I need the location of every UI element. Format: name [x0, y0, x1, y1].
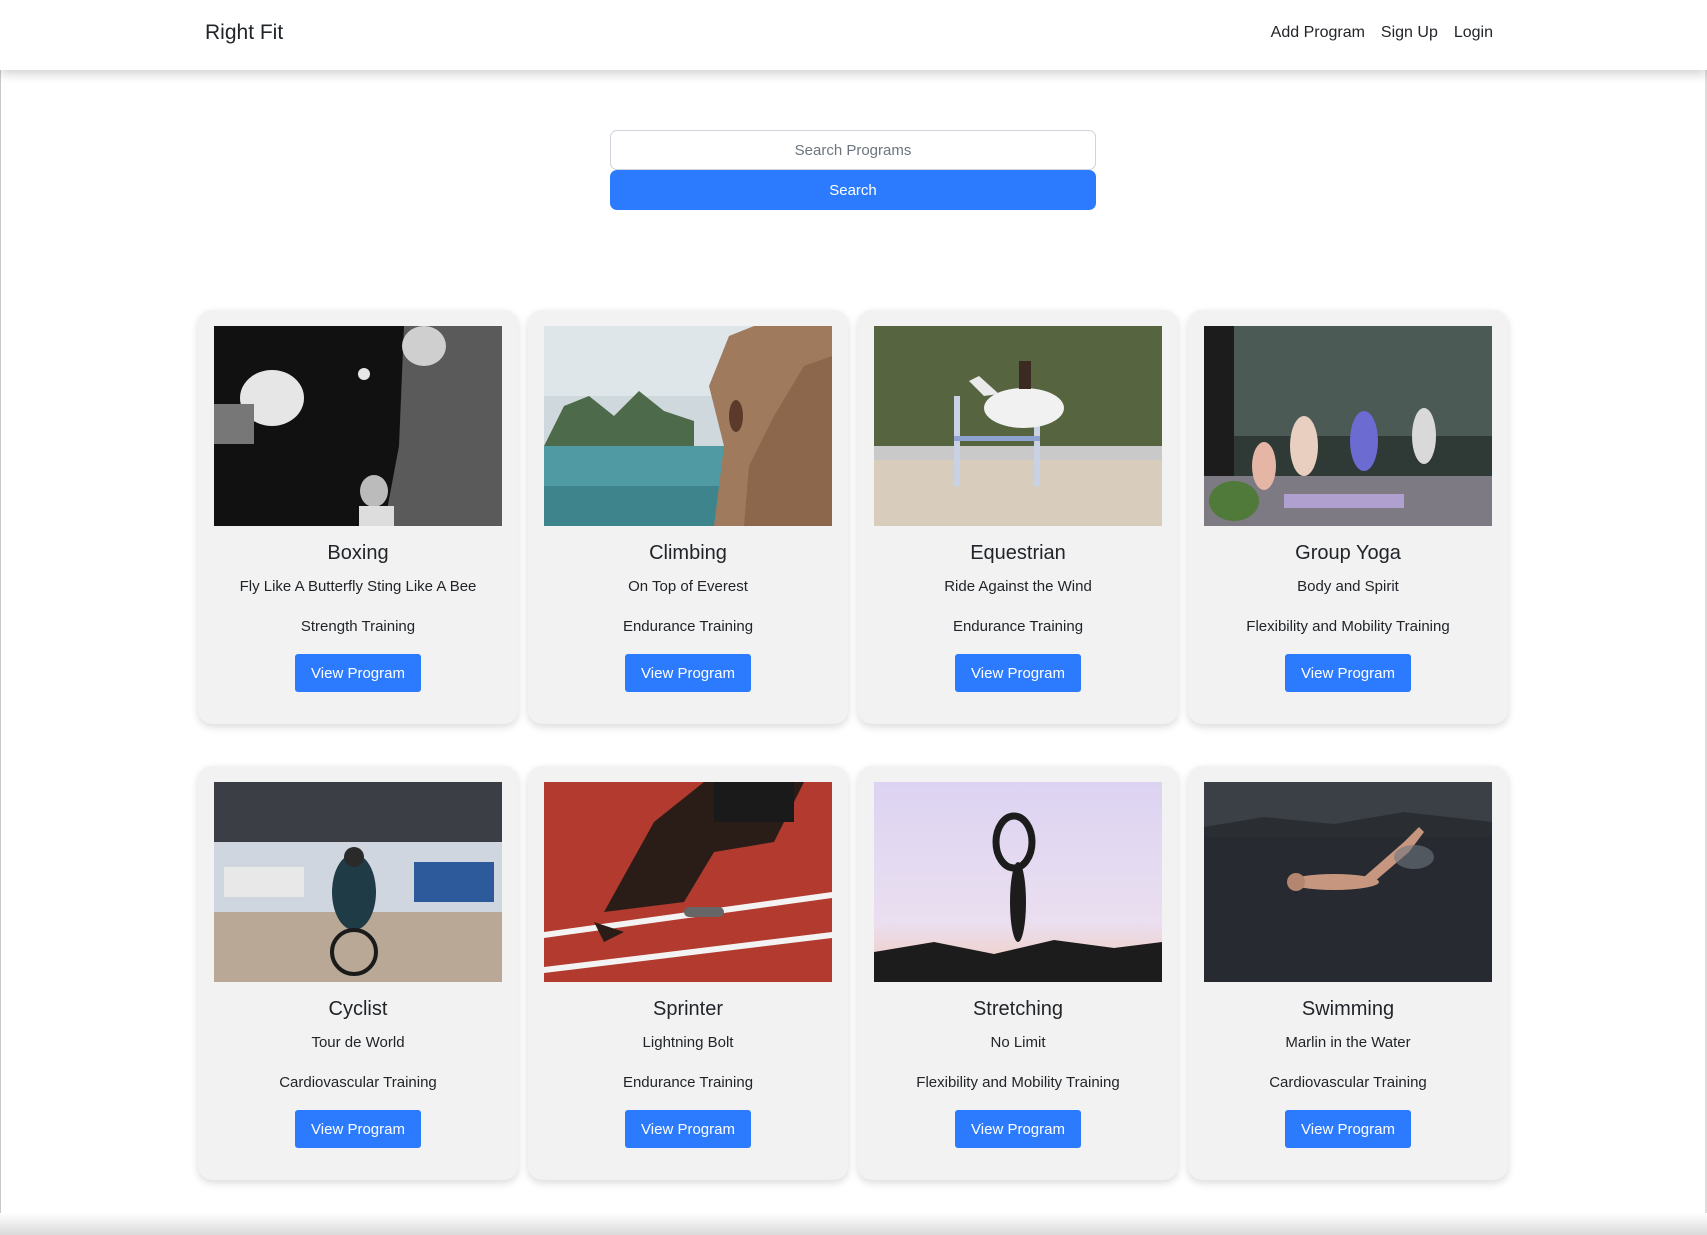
program-card: Cyclist Tour de World Cardiovascular Tra… — [198, 766, 518, 1180]
program-category: Strength Training — [300, 618, 416, 635]
program-tagline: Marlin in the Water — [1285, 1034, 1411, 1051]
program-tagline: Body and Spirit — [1297, 578, 1399, 595]
program-tagline: Lightning Bolt — [642, 1034, 734, 1051]
cyclist-photo — [214, 782, 502, 982]
view-program-button[interactable]: View Program — [1285, 1110, 1411, 1148]
program-title: Boxing — [327, 542, 389, 564]
view-program-button[interactable]: View Program — [625, 654, 751, 692]
program-category: Endurance Training — [622, 1074, 754, 1091]
program-tagline: Ride Against the Wind — [944, 578, 1092, 595]
search-input[interactable] — [610, 130, 1096, 170]
program-title: Group Yoga — [1295, 542, 1401, 564]
boxing-photo — [214, 326, 502, 526]
program-title: Cyclist — [328, 998, 388, 1020]
program-image — [214, 782, 502, 982]
program-grid: Boxing Fly Like A Butterfly Sting Like A… — [198, 310, 1510, 1180]
view-program-button[interactable]: View Program — [955, 1110, 1081, 1148]
view-program-button[interactable]: View Program — [625, 1110, 751, 1148]
search-button[interactable]: Search — [610, 170, 1096, 210]
view-program-button[interactable]: View Program — [1285, 654, 1411, 692]
program-tagline: No Limit — [990, 1034, 1046, 1051]
program-image — [544, 782, 832, 982]
view-program-button[interactable]: View Program — [295, 654, 421, 692]
sprinter-photo — [544, 782, 832, 982]
search-form: Search — [610, 130, 1096, 210]
program-tagline: Fly Like A Butterfly Sting Like A Bee — [239, 578, 477, 595]
climbing-photo — [544, 326, 832, 526]
program-title: Equestrian — [970, 542, 1066, 564]
program-image — [874, 326, 1162, 526]
group-yoga-photo — [1204, 326, 1492, 526]
program-image — [874, 782, 1162, 982]
nav-sign-up[interactable]: Sign Up — [1381, 24, 1438, 42]
nav-add-program[interactable]: Add Program — [1271, 24, 1365, 42]
program-card: Swimming Marlin in the Water Cardiovascu… — [1188, 766, 1508, 1180]
brand-link[interactable]: Right Fit — [205, 21, 283, 45]
program-card: Stretching No Limit Flexibility and Mobi… — [858, 766, 1178, 1180]
program-category: Flexibility and Mobility Training — [916, 1074, 1120, 1091]
program-image — [214, 326, 502, 526]
nav-links: Add Program Sign Up Login — [1271, 24, 1493, 42]
program-category: Endurance Training — [622, 618, 754, 635]
program-card: Equestrian Ride Against the Wind Enduran… — [858, 310, 1178, 724]
window-border-left — [0, 0, 1, 1235]
program-title: Stretching — [972, 998, 1064, 1020]
program-tagline: Tour de World — [311, 1034, 405, 1051]
program-title: Sprinter — [652, 998, 724, 1020]
program-image — [1204, 782, 1492, 982]
nav-login[interactable]: Login — [1454, 24, 1493, 42]
program-image — [544, 326, 832, 526]
program-category: Endurance Training — [952, 618, 1084, 635]
program-image — [1204, 326, 1492, 526]
program-category: Cardiovascular Training — [1269, 1074, 1427, 1091]
swimming-photo — [1204, 782, 1492, 982]
equestrian-photo — [874, 326, 1162, 526]
program-card: Group Yoga Body and Spirit Flexibility a… — [1188, 310, 1508, 724]
next-row-edge — [0, 1213, 1707, 1235]
program-card: Boxing Fly Like A Butterfly Sting Like A… — [198, 310, 518, 724]
program-category: Cardiovascular Training — [279, 1074, 437, 1091]
program-category: Flexibility and Mobility Training — [1246, 618, 1450, 635]
view-program-button[interactable]: View Program — [955, 654, 1081, 692]
program-title: Swimming — [1301, 998, 1395, 1020]
view-program-button[interactable]: View Program — [295, 1110, 421, 1148]
program-tagline: On Top of Everest — [628, 578, 748, 595]
program-card: Sprinter Lightning Bolt Endurance Traini… — [528, 766, 848, 1180]
program-title: Climbing — [649, 542, 727, 564]
program-card: Climbing On Top of Everest Endurance Tra… — [528, 310, 848, 724]
navbar: Right Fit Add Program Sign Up Login — [0, 0, 1707, 70]
stretching-photo — [874, 782, 1162, 982]
